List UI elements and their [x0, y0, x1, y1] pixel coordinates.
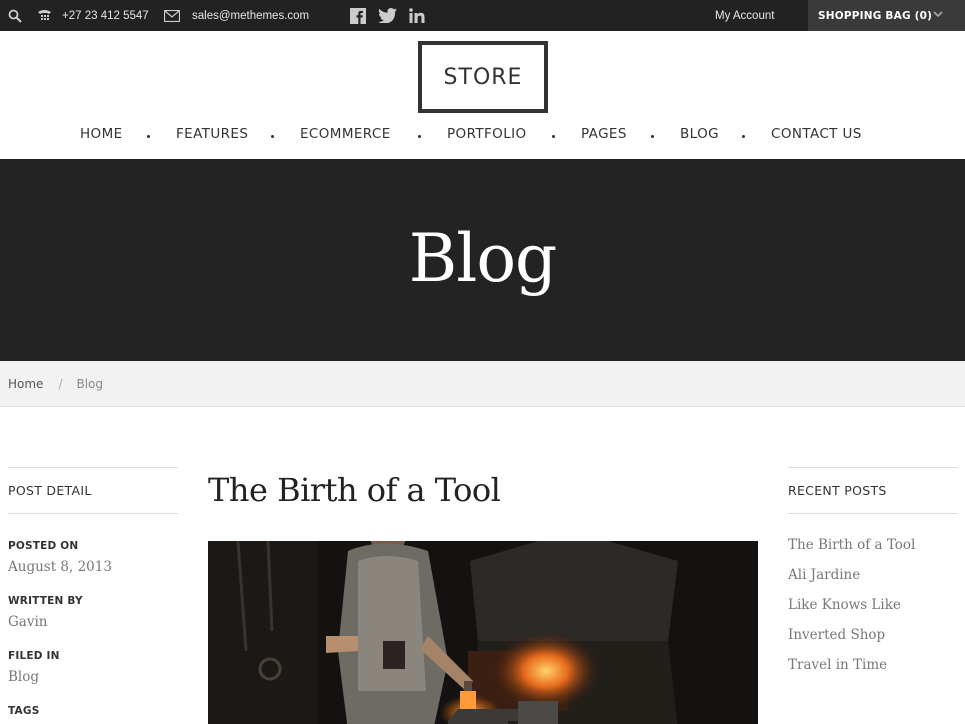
recent-post-link[interactable]: The Birth of a Tool — [788, 537, 958, 567]
page-title: Blog — [408, 219, 558, 297]
chevron-down-icon — [933, 9, 943, 19]
phone-icon — [37, 0, 52, 31]
recent-posts-list: The Birth of a Tool Ali Jardine Like Kno… — [788, 537, 958, 687]
main-nav: HOME FEATURES ECOMMERCE PORTFOLIO PAGES … — [0, 126, 965, 146]
breadcrumb: Home / Blog — [0, 361, 965, 407]
post-detail-heading: POST DETAIL — [8, 467, 178, 514]
nav-blog[interactable]: BLOG — [680, 126, 719, 142]
nav-separator — [418, 135, 421, 138]
nav-separator — [742, 135, 745, 138]
top-bar: +27 23 412 5547 sales@methemes.com My Ac… — [0, 0, 965, 31]
nav-separator — [271, 135, 274, 138]
nav-home[interactable]: HOME — [80, 126, 123, 142]
tags-label: TAGS — [8, 705, 40, 717]
filed-in-label: FILED IN — [8, 650, 60, 662]
store-logo[interactable]: STORE — [418, 41, 548, 113]
recent-post-link[interactable]: Inverted Shop — [788, 627, 958, 657]
shopping-bag-button[interactable]: SHOPPING BAG (0) — [808, 0, 965, 31]
recent-post-link[interactable]: Like Knows Like — [788, 597, 958, 627]
search-icon[interactable] — [8, 0, 22, 31]
nav-separator — [147, 135, 150, 138]
facebook-icon[interactable] — [350, 0, 366, 31]
nav-pages[interactable]: PAGES — [581, 126, 627, 142]
logo-text: STORE — [443, 64, 523, 90]
linkedin-icon[interactable] — [409, 0, 425, 31]
breadcrumb-separator: / — [58, 376, 63, 391]
post-featured-image — [208, 541, 758, 724]
nav-ecommerce[interactable]: ECOMMERCE — [300, 126, 391, 142]
mail-icon — [164, 0, 180, 31]
page-hero: Blog — [0, 159, 965, 361]
post-title: The Birth of a Tool — [208, 471, 501, 509]
post-detail-sidebar: POST DETAIL POSTED ON August 8, 2013 WRI… — [8, 467, 178, 717]
nav-features[interactable]: FEATURES — [176, 126, 248, 142]
email-link[interactable]: sales@methemes.com — [192, 0, 309, 31]
posted-on-label: POSTED ON — [8, 540, 79, 552]
breadcrumb-current: Blog — [76, 376, 104, 391]
written-by-value[interactable]: Gavin — [8, 614, 178, 630]
phone-number: +27 23 412 5547 — [62, 9, 149, 22]
recent-posts-sidebar: RECENT POSTS The Birth of a Tool Ali Jar… — [788, 467, 958, 687]
nav-separator — [552, 135, 555, 138]
written-by-label: WRITTEN BY — [8, 595, 83, 607]
nav-contact-us[interactable]: CONTACT US — [771, 126, 862, 142]
post-content: The Birth of a Tool — [208, 467, 758, 509]
shopping-bag-label: SHOPPING BAG (0) — [818, 9, 933, 22]
recent-posts-heading: RECENT POSTS — [788, 467, 958, 514]
posted-on-value: August 8, 2013 — [8, 559, 112, 575]
recent-post-link[interactable]: Ali Jardine — [788, 567, 958, 597]
nav-portfolio[interactable]: PORTFOLIO — [447, 126, 527, 142]
my-account-link[interactable]: My Account — [715, 0, 774, 31]
filed-in-value[interactable]: Blog — [8, 669, 178, 685]
twitter-icon[interactable] — [378, 0, 397, 31]
breadcrumb-home[interactable]: Home — [8, 377, 43, 391]
recent-post-link[interactable]: Travel in Time — [788, 657, 958, 687]
nav-separator — [651, 135, 654, 138]
